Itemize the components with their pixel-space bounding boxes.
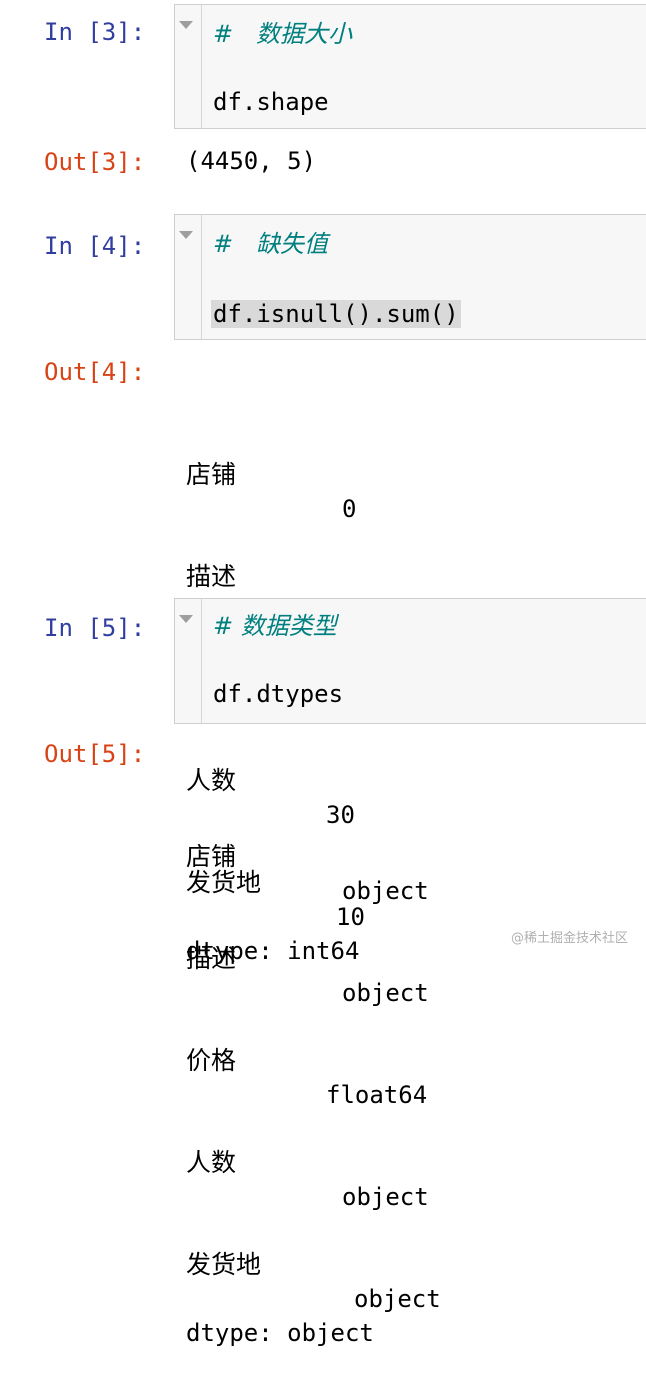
series-value: object [342, 979, 429, 1007]
series-value: float64 [326, 1081, 428, 1109]
series-output-5: 店铺 object 描述 object 价格 float64 人数 object… [186, 738, 486, 1384]
series-row: 店铺 object [186, 806, 486, 905]
code-cell-4[interactable]: # 缺失值 df.isnull().sum() [174, 214, 646, 340]
series-key: 描述 [186, 562, 237, 591]
series-row: 人数 object [186, 1112, 486, 1211]
in-prompt-5: In [5]: [44, 614, 146, 642]
series-row: 描述 0 [186, 526, 446, 625]
series-key: 店铺 [186, 460, 237, 489]
collapse-arrow-icon[interactable] [175, 599, 197, 639]
series-key: 描述 [186, 944, 237, 973]
out-prompt-3: Out[3]: [44, 148, 146, 176]
series-value: object [342, 1183, 429, 1211]
code-cell-3[interactable]: # 数据大小 df.shape [174, 4, 646, 129]
series-value: object [354, 1285, 441, 1313]
cell-divider [201, 215, 202, 339]
code-text[interactable]: df.shape [213, 88, 329, 116]
code-comment: # 缺失值 [213, 230, 328, 258]
code-comment: # 数据大小 [213, 20, 352, 48]
series-key: 人数 [186, 1148, 237, 1177]
code-comment: # 数据类型 [213, 612, 337, 640]
series-key: 价格 [186, 1046, 237, 1075]
watermark: @稀土掘金技术社区 [510, 931, 628, 946]
series-value: 0 [342, 495, 357, 523]
cell-divider [201, 599, 202, 723]
in-prompt-4: In [4]: [44, 232, 146, 260]
code-cell-5[interactable]: # 数据类型 df.dtypes [174, 598, 646, 724]
series-key: 发货地 [186, 1250, 262, 1279]
series-row: 描述 object [186, 908, 486, 1007]
collapse-arrow-icon[interactable] [175, 215, 197, 255]
collapse-arrow-icon[interactable] [175, 5, 197, 45]
dtype-line: dtype: object [186, 1319, 374, 1347]
series-key: 店铺 [186, 842, 237, 871]
code-text[interactable]: df.dtypes [213, 680, 343, 708]
series-row: 价格 float64 [186, 1010, 486, 1109]
code-text-selected[interactable]: df.isnull().sum() [211, 300, 461, 328]
output-text: (4450, 5) [186, 147, 317, 175]
cell-divider [201, 5, 202, 128]
series-value: object [342, 877, 429, 905]
series-row: 店铺 0 [186, 424, 446, 523]
out-prompt-4: Out[4]: [44, 358, 146, 386]
in-prompt-3: In [3]: [44, 18, 146, 46]
out-prompt-5: Out[5]: [44, 740, 146, 768]
series-row: 发货地 object [186, 1214, 486, 1313]
